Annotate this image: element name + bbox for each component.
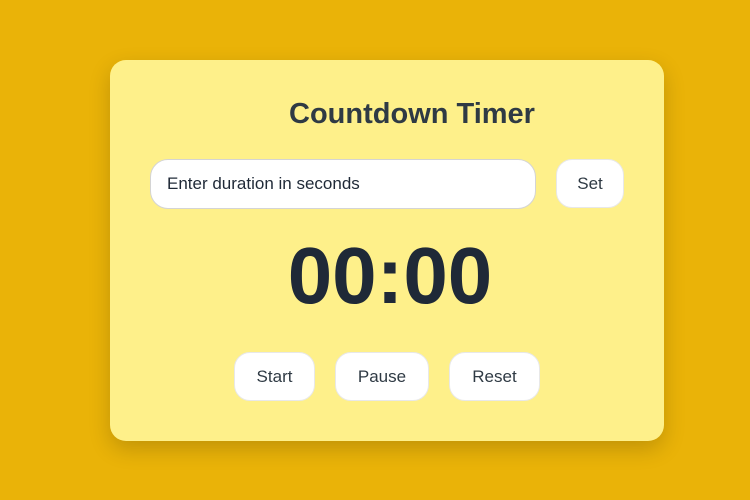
set-button[interactable]: Set bbox=[556, 159, 624, 208]
start-button[interactable]: Start bbox=[234, 352, 315, 401]
timer-title: Countdown Timer bbox=[289, 98, 535, 130]
timer-display: 00:00 bbox=[287, 231, 493, 320]
pause-button[interactable]: Pause bbox=[335, 352, 429, 401]
reset-button[interactable]: Reset bbox=[449, 352, 540, 401]
timer-card: Countdown Timer Set 00:00 Start Pause Re… bbox=[110, 60, 664, 441]
duration-input[interactable] bbox=[150, 159, 536, 209]
